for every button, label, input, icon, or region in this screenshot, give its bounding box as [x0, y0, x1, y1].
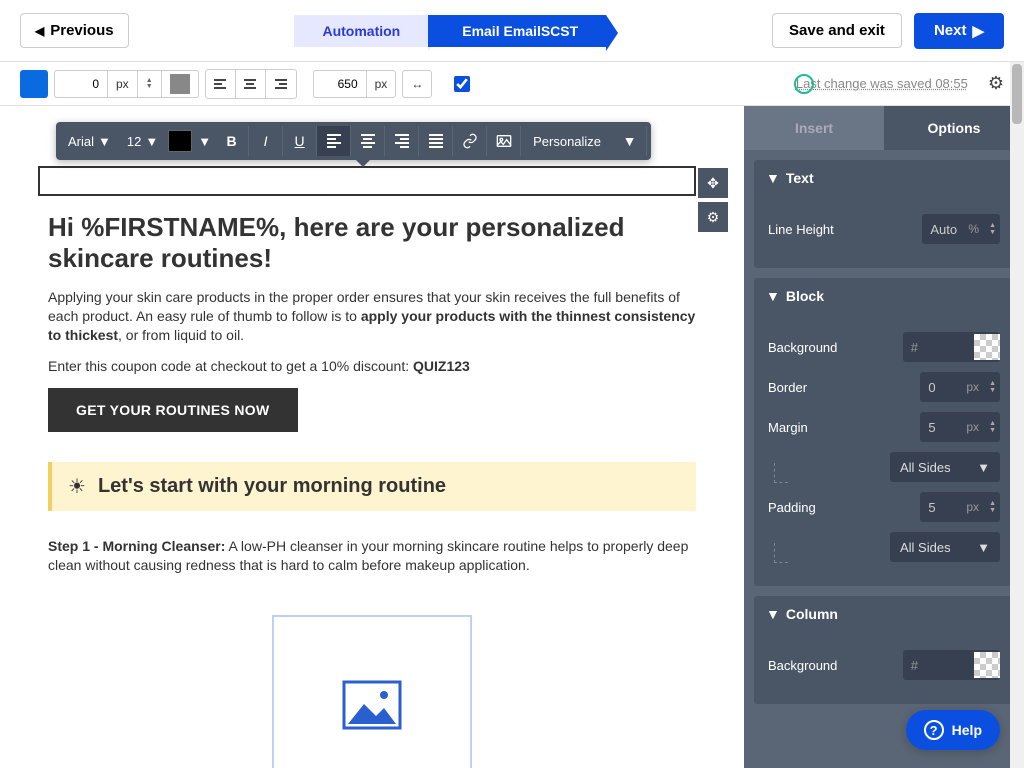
text-color-dropdown[interactable]: ▼ [194, 130, 215, 153]
help-icon: ? [924, 720, 944, 740]
options-panel: Insert Options ▼Text Line Height % ▲▼ ▼B… [744, 106, 1024, 768]
align-justify-button[interactable] [419, 126, 453, 156]
sun-icon: ☀ [68, 474, 86, 499]
main-toolbar: px ▲▼ px ↔ Last change was saved 08:55 ⚙ [0, 62, 1024, 106]
width-control[interactable]: px [313, 70, 397, 98]
previous-label: Previous [50, 22, 113, 39]
cta-button[interactable]: GET YOUR ROUTINES NOW [48, 388, 298, 432]
chevron-right-icon: ▶ [972, 22, 984, 40]
block-section: ▼Block Background # Border px▲▼ Margin p… [754, 278, 1014, 586]
save-exit-button[interactable]: Save and exit [772, 13, 902, 48]
text-color-swatch[interactable] [168, 130, 192, 152]
scrollbar-thumb[interactable] [1012, 64, 1022, 124]
font-size-select[interactable]: 12▼ [119, 128, 166, 155]
block-bg-input[interactable]: # [903, 332, 1000, 362]
header-steps: Automation Email EmailSCST [129, 15, 772, 47]
move-handle-icon[interactable]: ✥ [698, 168, 728, 198]
line-height-input[interactable]: % ▲▼ [922, 214, 1000, 244]
settings-gear-icon[interactable]: ⚙ [988, 73, 1004, 94]
block-align-left[interactable] [206, 70, 236, 98]
block-align-bar [205, 69, 297, 99]
chevron-left-icon: ◀ [35, 24, 44, 38]
padding-sides-select[interactable]: All Sides▼ [890, 532, 1000, 562]
email-paragraph-1[interactable]: Applying your skin care products in the … [48, 288, 696, 345]
help-button[interactable]: ? Help [906, 710, 1000, 750]
align-left-button[interactable] [317, 126, 351, 156]
next-button[interactable]: Next ▶ [914, 13, 1004, 49]
caret-down-icon: ▼ [766, 288, 780, 304]
column-section: ▼Column Background # [754, 596, 1014, 704]
section-title: Let's start with your morning routine [98, 475, 446, 498]
email-paragraph-2[interactable]: Enter this coupon code at checkout to ge… [48, 357, 696, 376]
padding-input[interactable]: px▲▼ [920, 492, 1000, 522]
block-align-right[interactable] [266, 70, 296, 98]
fit-width-icon[interactable]: ↔ [403, 71, 431, 97]
tab-insert[interactable]: Insert [744, 106, 884, 150]
column-section-header[interactable]: ▼Column [754, 596, 1014, 632]
toggle-checkbox[interactable] [448, 70, 476, 98]
margin-input[interactable]: px▲▼ [920, 412, 1000, 442]
personalize-button[interactable]: Personalize [521, 134, 613, 149]
border-label: Border [768, 380, 807, 395]
text-section: ▼Text Line Height % ▲▼ [754, 160, 1014, 268]
previous-button[interactable]: ◀ Previous [20, 13, 129, 48]
canvas-area: Arial▼ 12▼ ▼ B I U Personalize ▼ ✥ ⚙ [0, 106, 744, 768]
width-mode[interactable]: ↔ [402, 70, 432, 98]
block-bg-label: Background [768, 340, 837, 355]
align-center-button[interactable] [351, 126, 385, 156]
block-settings-icon[interactable]: ⚙ [698, 202, 728, 232]
link-button[interactable] [453, 126, 487, 156]
width-unit: px [367, 71, 396, 97]
align-right-button[interactable] [385, 126, 419, 156]
header-bar: ◀ Previous Automation Email EmailSCST Sa… [0, 0, 1024, 62]
column-bg-label: Background [768, 658, 837, 673]
column-bg-input[interactable]: # [903, 650, 1000, 680]
image-button[interactable] [487, 126, 521, 156]
bold-button[interactable]: B [215, 126, 249, 156]
step-email[interactable]: Email EmailSCST [428, 15, 606, 47]
italic-button[interactable]: I [249, 126, 283, 156]
image-placeholder[interactable] [272, 615, 472, 768]
margin-label: Margin [768, 420, 808, 435]
caret-down-icon: ▼ [766, 606, 780, 622]
width-input[interactable] [322, 77, 358, 91]
text-section-header[interactable]: ▼Text [754, 160, 1014, 196]
spacing-control[interactable]: px ▲▼ [54, 70, 199, 98]
section-header[interactable]: ☀ Let's start with your morning routine [48, 462, 696, 511]
margin-sides-select[interactable]: All Sides▼ [890, 452, 1000, 482]
step-1-text[interactable]: Step 1 - Morning Cleanser: A low-PH clea… [48, 537, 696, 575]
tab-options[interactable]: Options [884, 106, 1024, 150]
step-automation[interactable]: Automation [294, 15, 428, 47]
font-family-select[interactable]: Arial▼ [60, 128, 119, 155]
email-body: Hi %FIRSTNAME%, here are your personaliz… [12, 196, 732, 768]
help-label: Help [952, 722, 982, 738]
bg-color-swatch[interactable] [20, 70, 48, 98]
email-heading[interactable]: Hi %FIRSTNAME%, here are your personaliz… [48, 212, 696, 274]
scrollbar[interactable] [1010, 62, 1024, 768]
more-dropdown[interactable]: ▼ [613, 126, 647, 156]
saved-indicator-icon [794, 74, 814, 94]
padding-label: Padding [768, 500, 816, 515]
underline-button[interactable]: U [283, 126, 317, 156]
image-icon [342, 680, 402, 730]
gray-swatch[interactable] [170, 74, 190, 94]
next-label: Next [934, 22, 967, 39]
caret-down-icon: ▼ [766, 170, 780, 186]
spacing-input[interactable] [63, 77, 99, 91]
spacing-unit: px [108, 71, 138, 97]
text-format-toolbar: Arial▼ 12▼ ▼ B I U Personalize ▼ [56, 122, 651, 160]
line-height-label: Line Height [768, 222, 834, 237]
border-input[interactable]: px▲▼ [920, 372, 1000, 402]
spacing-stepper[interactable]: ▲▼ [146, 78, 153, 90]
block-align-center[interactable] [236, 70, 266, 98]
last-saved-text: Last change was saved 08:55 [796, 76, 968, 91]
selected-block[interactable]: ✥ ⚙ [38, 166, 696, 196]
block-section-header[interactable]: ▼Block [754, 278, 1014, 314]
